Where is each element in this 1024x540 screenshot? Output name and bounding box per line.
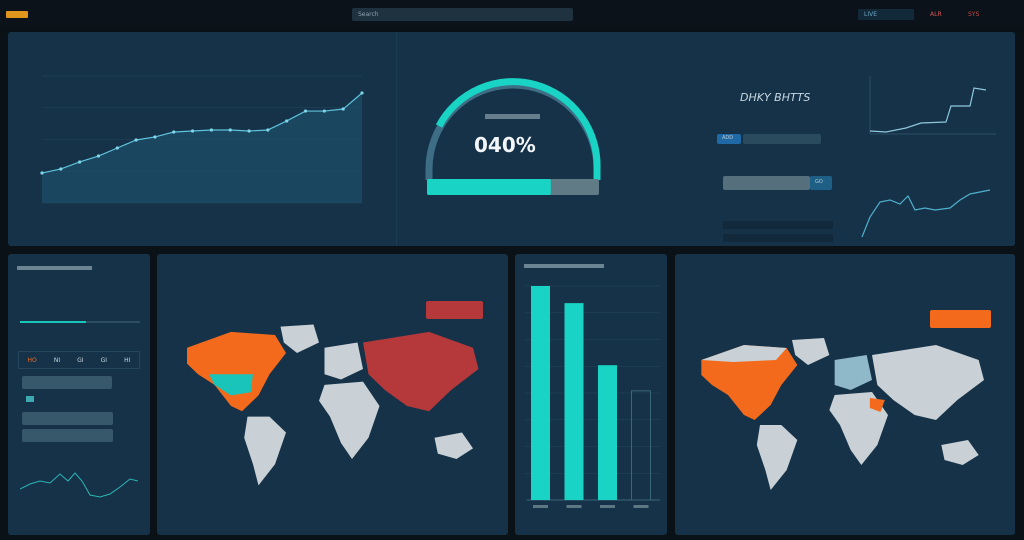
world-map [187, 324, 479, 486]
region-asia [363, 331, 479, 412]
world-map-panel-2 [675, 254, 1015, 535]
search-input[interactable] [352, 8, 573, 21]
tab[interactable]: GI [101, 357, 107, 364]
status-item-system[interactable]: SYS [968, 11, 979, 18]
list-row[interactable] [723, 234, 833, 242]
panel-title [17, 266, 92, 270]
region-south-america [756, 425, 798, 490]
map-badge[interactable] [426, 301, 483, 319]
option-row[interactable] [22, 412, 113, 425]
tab[interactable]: HI [124, 357, 130, 364]
mini-wave-chart [861, 189, 991, 238]
mini-step-chart [869, 76, 996, 135]
region-south-america [244, 416, 286, 486]
bar-label [633, 505, 649, 508]
status-item-live[interactable]: LIVE [864, 11, 877, 18]
tab-bar: HO NI GI GI HI [18, 351, 140, 369]
data-point [172, 130, 176, 134]
data-point [209, 128, 214, 132]
filter-input[interactable] [743, 134, 821, 144]
region-europe [834, 355, 872, 390]
bar-label [566, 505, 582, 508]
data-point [78, 160, 82, 164]
data-point [247, 129, 251, 133]
bar [564, 303, 584, 500]
list-row[interactable] [723, 221, 833, 229]
apply-button[interactable]: GO [810, 176, 832, 190]
bar-label [533, 505, 548, 508]
world-map-panel-1 [157, 254, 508, 535]
tab[interactable]: NI [54, 357, 60, 364]
logo [6, 11, 28, 18]
gauge-value: 040% [474, 133, 536, 157]
sparkline-line [20, 472, 138, 498]
world-map [701, 338, 984, 490]
data-point [59, 167, 63, 171]
data-point [360, 91, 364, 95]
region-australia [941, 440, 979, 465]
region-north-america [187, 331, 286, 412]
region-us [209, 374, 253, 396]
data-point [134, 138, 138, 142]
bar [531, 286, 550, 500]
region-greenland [280, 324, 319, 354]
mini-step-line [869, 87, 987, 133]
region-africa [319, 381, 380, 459]
region-australia [434, 432, 473, 459]
bar-chart-panel [515, 254, 667, 535]
area-chart [40, 75, 364, 204]
gauge-bar-fill [427, 179, 551, 195]
add-button[interactable]: ADD [717, 134, 741, 144]
progress-bar [20, 321, 140, 323]
data-point [228, 128, 232, 132]
region-europe [324, 342, 363, 380]
area-fill [42, 93, 362, 203]
tab[interactable]: GI [77, 357, 83, 364]
data-point [322, 109, 326, 113]
bar-label [600, 505, 615, 508]
data-point [96, 154, 101, 158]
option-row[interactable] [22, 376, 112, 389]
option-row[interactable] [22, 429, 113, 442]
right-title: DHKY BHTTS [740, 91, 811, 104]
bar [598, 365, 617, 500]
data-point [190, 129, 195, 133]
data-point [40, 171, 44, 175]
data-point [285, 119, 289, 123]
gauge-caption [485, 114, 540, 119]
checkbox[interactable] [26, 396, 34, 402]
progress-fill [20, 321, 86, 323]
region-canada [701, 345, 787, 362]
data-point [266, 128, 270, 132]
tab[interactable]: HO [28, 357, 37, 364]
data-point [153, 135, 157, 139]
data-point [303, 109, 308, 113]
status-item-alert[interactable]: ALR [930, 11, 942, 18]
data-point [341, 107, 345, 111]
value-input[interactable] [723, 176, 810, 190]
region-asia [872, 345, 984, 420]
bar [631, 390, 651, 501]
overview-panel: 040% DHKY BHTTS ADD GO [8, 32, 1015, 246]
mini-wave-line [861, 189, 991, 238]
data-point [115, 146, 119, 150]
map-badge[interactable] [930, 310, 991, 328]
region-greenland [792, 338, 830, 365]
controls-panel: HO NI GI GI HI [8, 254, 150, 535]
top-bar: LIVE ALR SYS [0, 0, 1024, 26]
sparkline [20, 472, 138, 498]
gauge-fill [435, 78, 601, 180]
divider [396, 32, 397, 246]
bar-chart [525, 285, 660, 508]
